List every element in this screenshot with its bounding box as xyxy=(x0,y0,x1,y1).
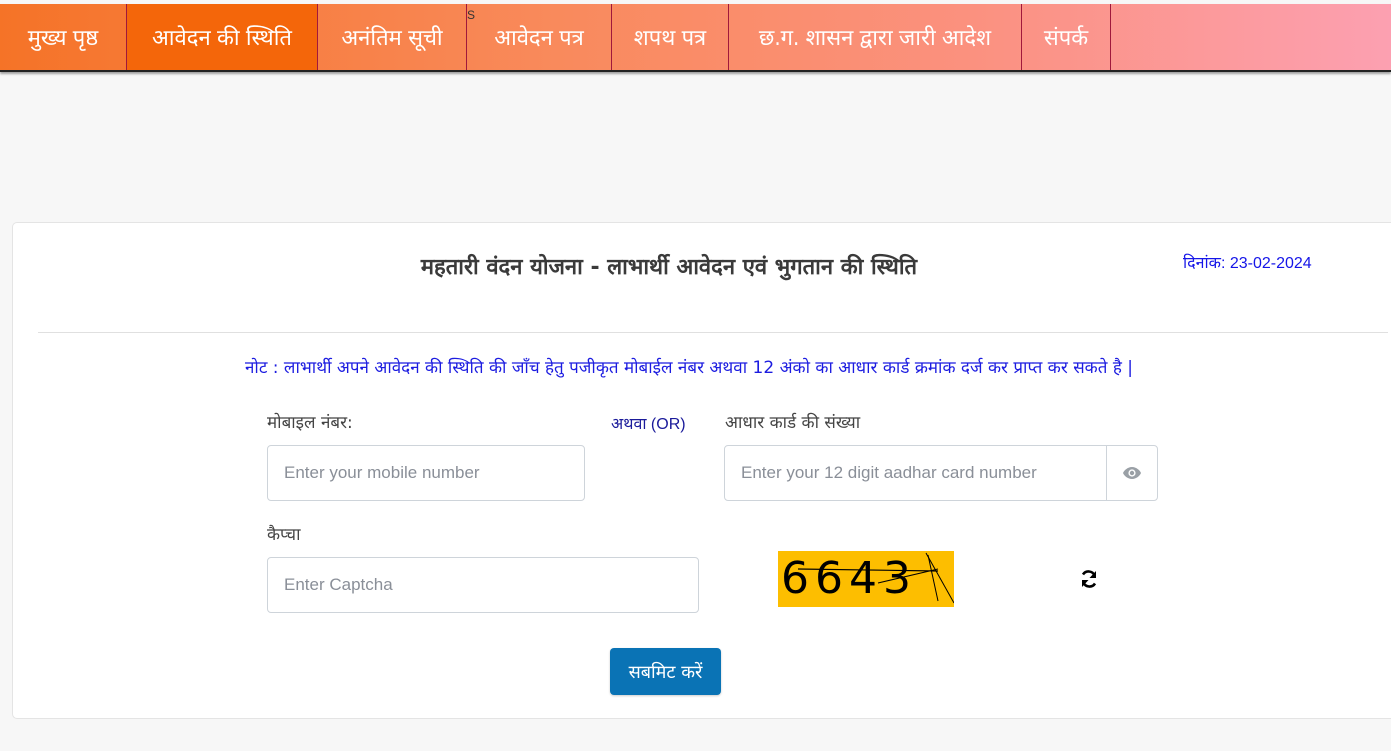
nav-contact[interactable]: संपर्क xyxy=(1022,4,1111,70)
nav-application-form-label: आवेदन पत्र xyxy=(494,26,584,51)
eye-icon xyxy=(1123,467,1141,479)
nav-application-form[interactable]: S आवेदन पत्र xyxy=(467,4,612,70)
nav-provisional-list-label: अनंतिम सूची xyxy=(341,26,443,51)
nav-home[interactable]: मुख्य पृष्ठ xyxy=(0,4,127,70)
toggle-visibility-button[interactable] xyxy=(1106,445,1158,501)
mobile-input[interactable] xyxy=(267,445,585,501)
nav-affidavit[interactable]: शपथ पत्र xyxy=(612,4,729,70)
nav-govt-orders-label: छ.ग. शासन द्वारा जारी आदेश xyxy=(758,26,992,51)
nav-contact-label: संपर्क xyxy=(1043,26,1089,51)
captcha-image: 6643 xyxy=(778,551,954,607)
page-title: महतारी वंदन योजना - लाभार्थी आवेदन एवं भ… xyxy=(420,255,918,280)
note-text: नोट : लाभार्थी अपने आवेदन की स्थिति की ज… xyxy=(244,358,1133,378)
nav-sup-marker: S xyxy=(467,8,476,22)
aadhar-label: आधार कार्ड की संख्या xyxy=(725,413,861,433)
captcha-label: कैप्चा xyxy=(267,525,301,545)
nav-application-status[interactable]: आवेदन की स्थिति xyxy=(127,4,318,70)
date-label: दिनांक: 23-02-2024 xyxy=(1183,255,1312,272)
nav-home-label: मुख्य पृष्ठ xyxy=(27,26,99,51)
status-check-card: महतारी वंदन योजना - लाभार्थी आवेदन एवं भ… xyxy=(12,222,1391,719)
submit-button[interactable]: सबमिट करें xyxy=(610,648,721,695)
captcha-noise-lines xyxy=(797,552,954,604)
captcha-input[interactable] xyxy=(267,557,699,613)
refresh-icon xyxy=(1081,570,1097,588)
nav-provisional-list[interactable]: अनंतिम सूची xyxy=(318,4,467,70)
nav-affidavit-label: शपथ पत्र xyxy=(633,26,707,51)
or-label: अथवा (OR) xyxy=(611,416,686,433)
nav-application-status-label: आवेदन की स्थिति xyxy=(152,26,292,51)
refresh-captcha-button[interactable] xyxy=(1079,569,1099,589)
mobile-label: मोबाइल नंबर: xyxy=(267,413,353,433)
nav-govt-orders[interactable]: छ.ग. शासन द्वारा जारी आदेश xyxy=(729,4,1022,70)
divider xyxy=(38,332,1388,333)
top-navbar: मुख्य पृष्ठ आवेदन की स्थिति अनंतिम सूची … xyxy=(0,4,1391,72)
aadhar-input[interactable] xyxy=(724,445,1107,501)
